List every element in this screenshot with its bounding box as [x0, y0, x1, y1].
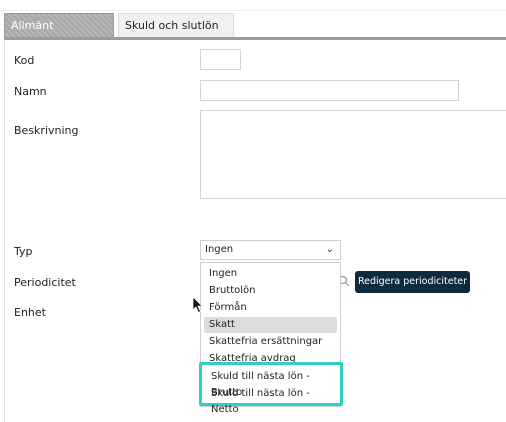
tab-allmant-label: Allmänt — [11, 19, 54, 32]
edit-periodicities-button[interactable]: Redigera periodiciteter — [355, 271, 470, 293]
tab-bar: Allmänt Skuld och slutlön — [4, 13, 506, 38]
beskrivning-textarea[interactable] — [200, 110, 506, 199]
top-strip — [0, 0, 506, 11]
namn-input[interactable] — [200, 80, 459, 101]
beskrivning-label: Beskrivning — [14, 124, 79, 137]
option-ingen[interactable]: Ingen — [204, 266, 337, 282]
option-bruttolon[interactable]: Bruttolön — [204, 283, 337, 299]
tab-skuld-label: Skuld och slutlön — [125, 19, 219, 32]
option-skuld-brutto[interactable]: Skuld till nästa lön - Brutto — [206, 369, 339, 398]
typ-select-value: Ingen — [205, 244, 234, 255]
typ-label: Typ — [14, 245, 33, 258]
typ-select[interactable]: Ingen ⌄ — [200, 240, 341, 260]
namn-label: Namn — [14, 85, 47, 98]
kod-input[interactable] — [200, 49, 241, 70]
tab-skuld-och-slutlon[interactable]: Skuld och slutlön — [118, 13, 234, 37]
mouse-cursor-icon — [192, 296, 204, 314]
periodicitet-label: Periodicitet — [14, 276, 76, 289]
enhet-label: Enhet — [14, 306, 46, 319]
option-skuld-netto[interactable]: Skuld till nästa lön - Netto — [206, 386, 339, 415]
option-forman[interactable]: Förmån — [204, 300, 337, 316]
option-skatt[interactable]: Skatt — [204, 317, 337, 333]
kod-label: Kod — [14, 54, 35, 67]
option-skattefria-ersattningar[interactable]: Skattefria ersättningar — [204, 334, 337, 350]
tab-allmant[interactable]: Allmänt — [4, 13, 114, 37]
chevron-down-icon: ⌄ — [325, 244, 334, 255]
highlight-box: Skuld till nästa lön - Brutto Skuld till… — [199, 362, 343, 415]
